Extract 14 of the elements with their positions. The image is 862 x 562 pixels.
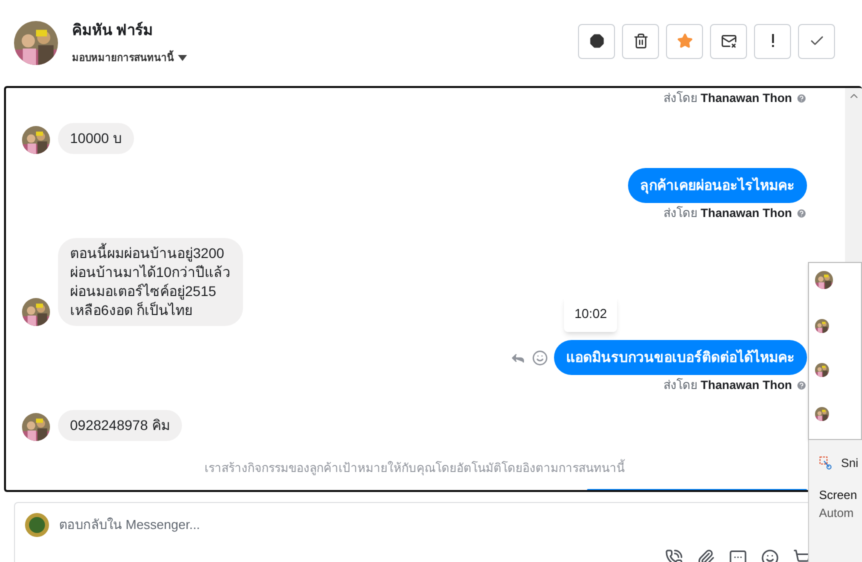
system-message: เราสร้างกิจกรรมของลูกค้าเป้าหมายให้กับคุณโดยอัตโนมัติโดยอิงตามการสนทนานี้ bbox=[204, 459, 626, 477]
outgoing-message: ลุกค้าเคยผ่อนอะไรไหมคะ bbox=[628, 168, 807, 203]
outgoing-message: แอดมินรบกวนขอเบอร์ติดต่อได้ไหมคะ bbox=[554, 340, 807, 375]
sender-label: ส่งโดย Thanawan Thon bbox=[663, 90, 792, 107]
notification-title: Screen bbox=[819, 487, 858, 504]
app-name: Sni bbox=[841, 455, 858, 472]
timestamp-tooltip: 10:02 bbox=[564, 296, 617, 332]
sender-label: ส่งโดย Thanawan Thon bbox=[663, 377, 792, 394]
incoming-message: 0928248978 คิม bbox=[58, 410, 182, 441]
notification-body: Autom bbox=[819, 505, 855, 522]
incoming-message: 10000 บ bbox=[58, 123, 134, 154]
incoming-message: ตอนนี้ผมผ่อนบ้านอยู่3200 ผ่อนบ้านมาได้10กว่าปีแล้ว ผ่อนมอเตอร์ไซค์อยู่2515 เหลือ6งอด ก็เป็นไทย bbox=[58, 238, 243, 326]
contact-name: คิมหัน ฟาร์ม bbox=[72, 20, 154, 42]
sender-label: ส่งโดย Thanawan Thon bbox=[663, 205, 792, 222]
